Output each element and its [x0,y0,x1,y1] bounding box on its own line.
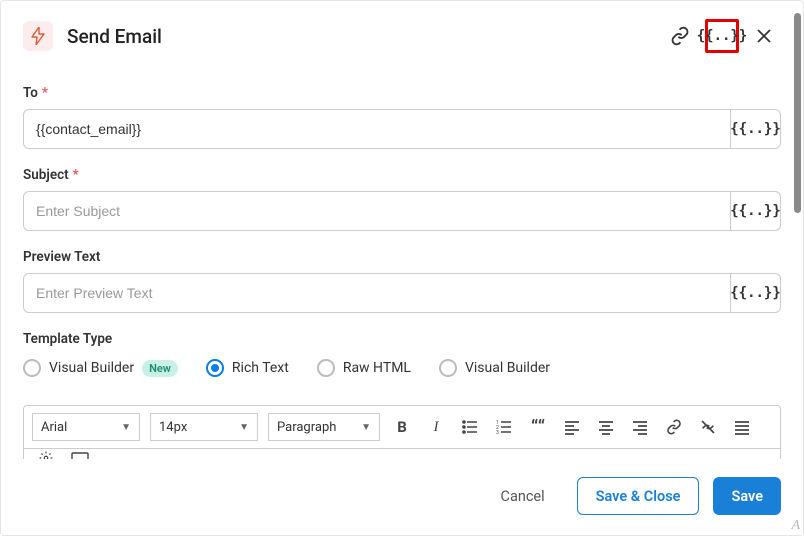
editor-toolbar: Arial▼ 14px▼ Paragraph▼ B I 123 ““ [23,405,781,449]
align-center-button[interactable] [594,415,618,439]
new-badge: New [142,360,178,377]
preview-token-button[interactable]: {{..}} [730,274,780,312]
modal-header: Send Email {{..}} [1,1,803,63]
scrollbar[interactable] [794,13,801,213]
close-icon[interactable] [747,19,781,53]
radio-rich-text[interactable]: Rich Text [206,359,289,377]
align-left-button[interactable] [560,415,584,439]
field-to: To* {{..}} [23,85,781,149]
bold-button[interactable]: B [390,415,414,439]
subject-input[interactable] [24,192,730,230]
block-format-dropdown[interactable]: Paragraph▼ [268,413,380,441]
radio-icon [317,359,335,377]
radio-icon [23,359,41,377]
modal-title: Send Email [67,25,663,48]
field-template-type: Template Type Visual Builder New Rich Te… [23,331,781,377]
to-label: To* [23,85,781,101]
template-type-label: Template Type [23,331,781,347]
align-right-button[interactable] [628,415,652,439]
svg-text:3: 3 [496,430,499,435]
subject-token-button[interactable]: {{..}} [730,192,780,230]
subject-label: Subject* [23,167,781,183]
preview-label: Preview Text [23,249,781,265]
keyboard-icon[interactable] [68,451,92,460]
italic-button[interactable]: I [424,415,448,439]
unlink-button[interactable] [696,415,720,439]
to-token-button[interactable]: {{..}} [730,110,780,148]
field-subject: Subject* {{..}} [23,167,781,231]
ordered-list-button[interactable]: 123 [492,415,516,439]
radio-visual-builder[interactable]: Visual Builder [439,359,550,377]
radio-icon [439,359,457,377]
bolt-icon [23,21,53,51]
justify-button[interactable] [730,415,754,439]
modal-footer: Cancel Save & Close Save [1,459,803,535]
editor-toolbar-row2 [23,449,781,459]
preview-input[interactable] [24,274,730,312]
radio-raw-html[interactable]: Raw HTML [317,359,411,377]
save-close-button[interactable]: Save & Close [577,477,700,515]
font-family-dropdown[interactable]: Arial▼ [32,413,140,441]
field-preview: Preview Text {{..}} [23,249,781,313]
unordered-list-button[interactable] [458,415,482,439]
blockquote-button[interactable]: ““ [526,415,550,439]
to-input[interactable] [24,110,730,148]
radio-visual-builder-new[interactable]: Visual Builder New [23,359,178,377]
settings-icon[interactable] [34,451,58,460]
save-button[interactable]: Save [713,477,781,515]
variables-icon[interactable]: {{..}} [705,19,739,53]
form-area: To* {{..}} Subject* {{..}} Preview Text … [1,63,803,459]
link-icon[interactable] [663,19,697,53]
font-size-dropdown[interactable]: 14px▼ [150,413,258,441]
cancel-button[interactable]: Cancel [483,477,563,515]
watermark: A [791,518,800,534]
radio-icon [206,359,224,377]
insert-link-button[interactable] [662,415,686,439]
